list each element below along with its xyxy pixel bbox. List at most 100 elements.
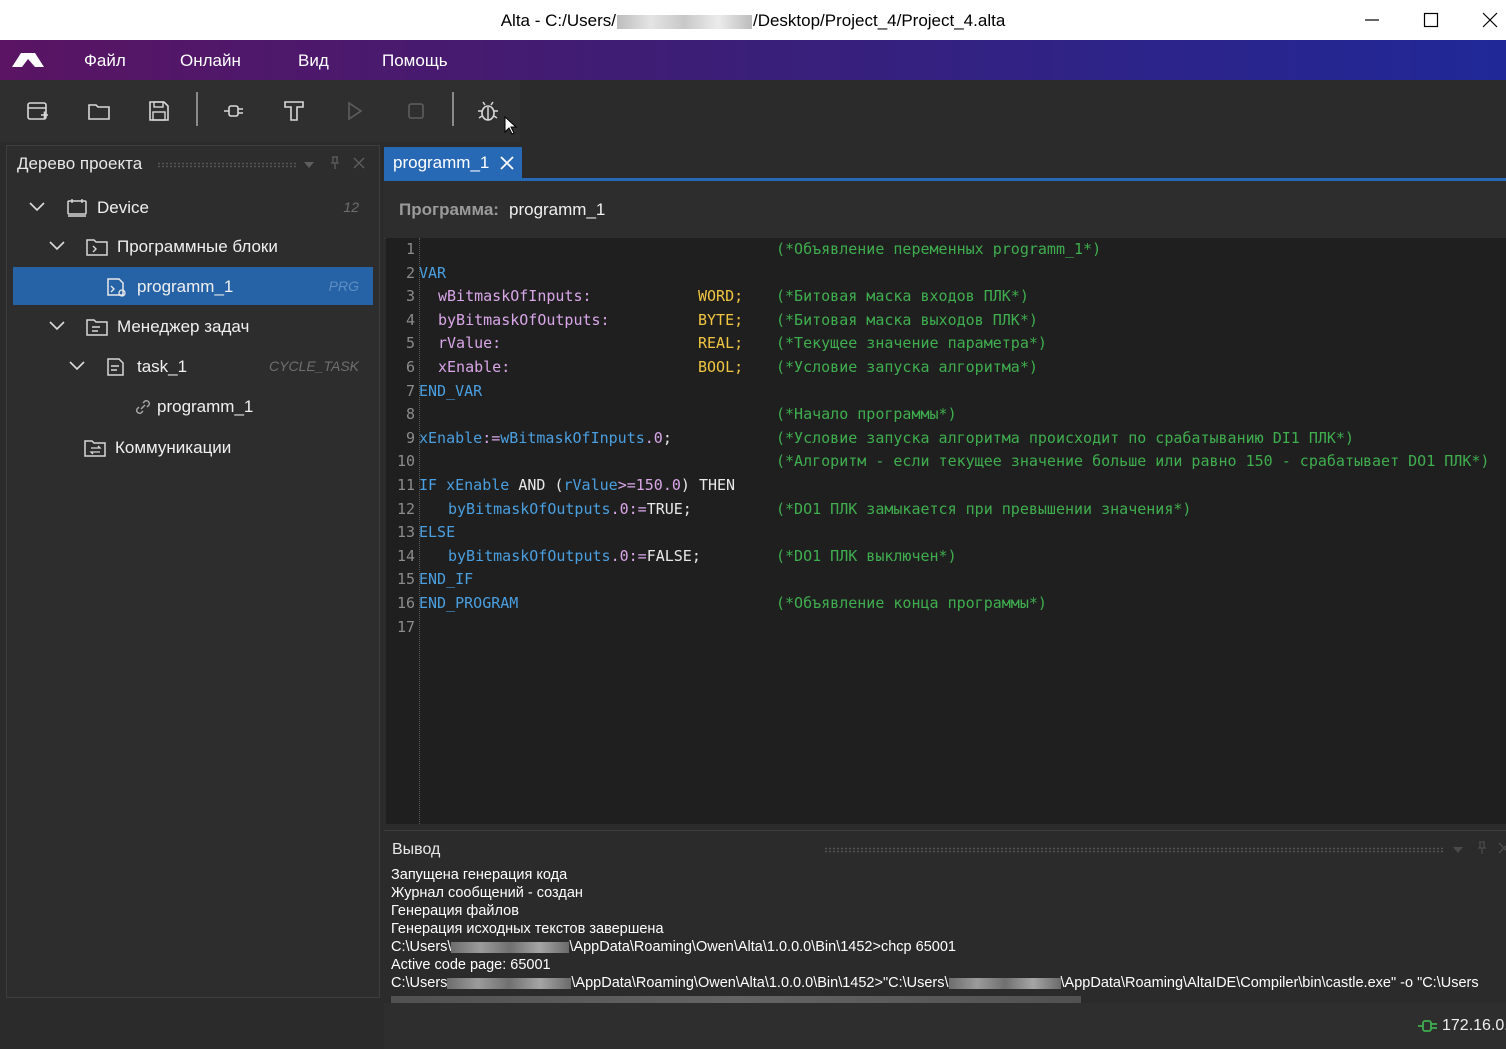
stop-button[interactable] <box>400 95 432 127</box>
code-statement: byBitmaskOfOutputs.0:=FALSE; <box>448 547 701 565</box>
chevron-down-icon[interactable] <box>69 361 85 371</box>
output-panel: Вывод Запущена генерация кода Журнал соо… <box>384 830 1506 1004</box>
code-variable: byBitmaskOfOutputs: <box>438 311 610 329</box>
chevron-down-icon[interactable] <box>49 321 65 331</box>
link-icon <box>136 400 150 414</box>
left-bottom-area <box>0 998 384 1049</box>
save-icon <box>149 101 169 121</box>
panel-grip <box>157 162 297 168</box>
run-button[interactable] <box>338 95 370 127</box>
pin-icon[interactable] <box>1476 841 1488 855</box>
save-button[interactable] <box>143 95 175 127</box>
tree-node-programm-1-link[interactable]: programm_1 <box>13 387 373 425</box>
menu-view[interactable]: Вид <box>298 51 329 71</box>
window-title: Alta - C:/Users/ /Desktop/Project_4/Proje… <box>0 11 1506 31</box>
line-number: 11 <box>396 476 415 494</box>
tree-node-task-manager[interactable]: Менеджер задач <box>13 307 373 345</box>
tree-node-label: Device <box>97 198 149 217</box>
pin-icon[interactable] <box>329 156 341 170</box>
debug-button[interactable] <box>472 95 504 127</box>
window-titlebar: Alta - C:/Users/ /Desktop/Project_4/Proje… <box>0 0 1506 40</box>
code-variable: byBitmaskOfOutputs <box>448 500 611 518</box>
code-value: TRUE; <box>646 500 692 518</box>
panel-dropdown-icon[interactable] <box>1452 845 1464 855</box>
redacted-username <box>451 941 570 953</box>
panel-dropdown-icon[interactable] <box>303 160 315 170</box>
minimize-icon <box>1365 19 1379 21</box>
code-comment: (*Алгоритм - если текущее значение больш… <box>776 452 1490 470</box>
open-folder-icon <box>88 104 110 120</box>
code-comment: (*Объявление конца программы*) <box>776 594 1047 612</box>
output-line: Журнал сообщений - создан <box>391 885 583 901</box>
close-button[interactable] <box>1461 0 1506 40</box>
tree-node-programm-1[interactable]: programm_1 PRG <box>13 267 373 305</box>
panel-close-icon[interactable] <box>1498 842 1506 854</box>
output-line: C:\Users\ \AppData\Roaming\Owen\Alta\1.0.… <box>391 939 956 955</box>
code-keyword: THEN <box>698 476 736 494</box>
menu-online[interactable]: Онлайн <box>180 51 241 71</box>
project-tree-panel: Дерево проекта Device 12 Программные бло… <box>6 145 380 998</box>
tree-node-device[interactable]: Device 12 <box>13 188 373 226</box>
code-editor[interactable]: 1 2 3 4 5 6 7 8 9 10 11 12 13 14 15 16 1… <box>386 238 1506 824</box>
line-number: 8 <box>405 405 415 423</box>
tree-node-badge: CYCLE_TASK <box>269 358 359 374</box>
device-icon <box>67 199 87 217</box>
maximize-button[interactable] <box>1402 0 1460 40</box>
tree-node-label: Менеджер задач <box>117 317 250 336</box>
output-line: Генерация исходных текстов завершена <box>391 921 664 937</box>
code-statement: xEnable:=wBitmaskOfInputs.0; <box>419 429 672 447</box>
line-number: 17 <box>396 618 415 636</box>
task-manager-icon <box>86 319 108 336</box>
redacted-username <box>447 977 572 989</box>
code-comment: (*Условие запуска алгоритма происходит п… <box>776 429 1354 447</box>
minimize-button[interactable] <box>1343 0 1401 40</box>
line-number: 14 <box>396 547 415 565</box>
tree-node-label: programm_1 <box>137 277 234 296</box>
chevron-down-icon[interactable] <box>49 241 65 251</box>
open-button[interactable] <box>83 95 115 127</box>
maximize-icon <box>1423 12 1439 28</box>
line-number-gutter: 1 2 3 4 5 6 7 8 9 10 11 12 13 14 15 16 1… <box>386 238 420 824</box>
chevron-down-icon[interactable] <box>29 202 45 212</box>
menu-file[interactable]: Файл <box>84 51 126 71</box>
panel-close-icon[interactable] <box>353 157 365 169</box>
output-title: Вывод <box>392 841 441 858</box>
tab-close-icon[interactable] <box>500 156 514 170</box>
new-project-button[interactable] <box>22 95 54 127</box>
code-operator: := <box>628 547 647 565</box>
output-line: Генерация файлов <box>391 903 519 919</box>
connect-button[interactable] <box>218 95 250 127</box>
code-statement: byBitmaskOfOutputs.0:=TRUE; <box>448 500 692 518</box>
menu-help[interactable]: Помощь <box>382 51 448 71</box>
output-text: \AppData\Roaming\Owen\Alta\1.0.0.0\Bin\1… <box>571 975 949 991</box>
code-keyword: ELSE <box>419 523 456 541</box>
alta-logo <box>12 53 44 67</box>
title-path-end: /Desktop/Project_4/Project_4.alta <box>752 11 1006 30</box>
project-tree-title: Дерево проекта <box>17 154 143 173</box>
code-keyword: END_PROGRAM <box>419 594 519 612</box>
build-button[interactable] <box>278 95 310 127</box>
code-type: BOOL; <box>698 358 744 376</box>
tab-programm-1[interactable]: programm_1 <box>384 147 522 179</box>
stop-icon <box>408 103 424 119</box>
tree-node-label: programm_1 <box>157 397 254 416</box>
code-variable: xEnable: <box>438 358 511 376</box>
tree-node-program-blocks[interactable]: Программные блоки <box>13 227 373 265</box>
code-punct: ) <box>680 476 690 494</box>
code-bit-index: .0 <box>644 429 663 447</box>
line-number: 16 <box>396 594 415 612</box>
code-bit-index: .0 <box>610 547 629 565</box>
code-variable: rValue <box>563 476 618 494</box>
line-number: 10 <box>396 452 415 470</box>
run-icon <box>348 101 363 121</box>
program-file-icon <box>107 278 126 297</box>
code-bit-index: .0 <box>610 500 629 518</box>
build-hammer-icon <box>284 101 304 121</box>
code-comment: (*DO1 ПЛК замыкается при превышении знач… <box>776 500 1192 518</box>
communications-icon <box>84 440 106 457</box>
tree-node-task-1[interactable]: task_1 CYCLE_TASK <box>13 347 373 385</box>
tree-node-communications[interactable]: Коммуникации <box>13 428 373 466</box>
tab-label: programm_1 <box>393 153 490 172</box>
line-number: 12 <box>396 500 415 518</box>
code-variable: xEnable <box>446 476 510 494</box>
